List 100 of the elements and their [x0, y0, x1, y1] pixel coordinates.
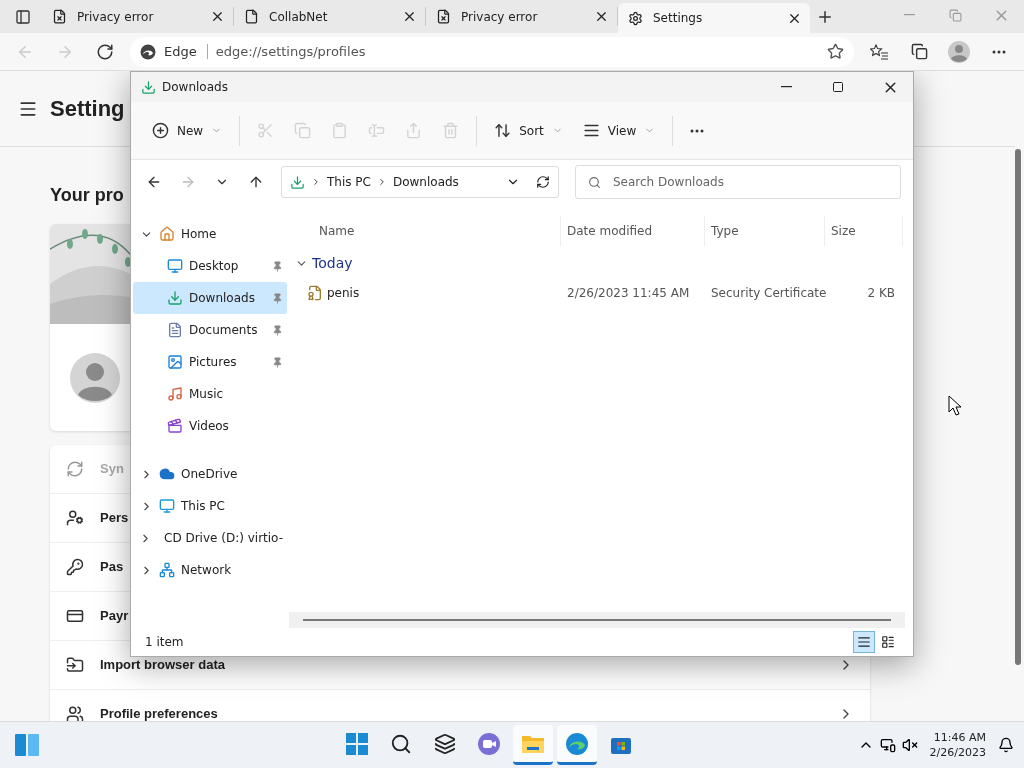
search-field[interactable]: Search Downloads: [575, 165, 901, 199]
nav-item[interactable]: Music: [133, 378, 287, 410]
page-title: Setting: [50, 95, 125, 122]
nav-item[interactable]: Pictures: [133, 346, 287, 378]
widgets-icon[interactable]: [14, 733, 40, 757]
plus-icon: [816, 8, 834, 26]
column-header[interactable]: Type: [705, 216, 825, 246]
music-icon: [167, 386, 183, 402]
document-error-icon: [52, 9, 67, 24]
search-icon: [588, 175, 601, 189]
avatar-icon: [948, 40, 970, 63]
browser-icon: [564, 731, 589, 756]
download-icon: [167, 290, 183, 306]
desktop-icon: [167, 258, 183, 274]
nav-item[interactable]: Documents: [133, 314, 287, 346]
forward-icon: [180, 174, 196, 190]
column-header[interactable]: Date modified: [561, 216, 705, 246]
settings-icon: [628, 10, 643, 26]
more-icon: [992, 49, 1006, 54]
url-text: edge://settings/profiles: [215, 44, 367, 59]
download-icon: [141, 79, 156, 95]
up-icon: [248, 174, 264, 190]
panel-icon: [15, 9, 31, 25]
file-row[interactable]: penis 2/26/2023 11:45 AM Security Certificate 2 KB: [289, 278, 913, 308]
settings-row-label[interactable]: Payr: [100, 609, 129, 623]
settings-row-label[interactable]: Pers: [100, 511, 129, 525]
nav-item[interactable]: This PC: [133, 490, 287, 522]
document-icon: [167, 322, 183, 338]
search-icon: [389, 732, 412, 755]
sort-icon: [494, 122, 512, 139]
details-view-button[interactable]: [853, 631, 875, 653]
sync-icon: [66, 460, 84, 478]
close-icon[interactable]: [594, 9, 609, 24]
browser-tab[interactable]: Privacy error: [42, 7, 234, 26]
page-icon: [244, 9, 259, 24]
settings-row-label[interactable]: Pas: [100, 560, 124, 574]
collections-icon: [910, 43, 928, 60]
nav-item[interactable]: Downloads: [133, 282, 287, 314]
lines-icon: [857, 635, 871, 649]
volume-muted-icon[interactable]: [901, 737, 918, 753]
toolbar-button[interactable]: Sort: [485, 113, 572, 148]
browser-brand: Edge: [164, 44, 208, 59]
minimize-icon: [780, 86, 792, 88]
nav-item[interactable]: CD Drive (D:) virtio-: [133, 522, 287, 554]
document-error-icon: [436, 9, 451, 24]
browser-tab[interactable]: CollabNet: [234, 7, 426, 26]
task-view-icon: [433, 732, 456, 755]
trash-icon: [442, 122, 460, 139]
network-icon[interactable]: [879, 737, 896, 753]
horizontal-scrollbar[interactable]: [289, 612, 905, 628]
nav-item[interactable]: OneDrive: [133, 458, 287, 490]
nav-item[interactable]: Network: [133, 554, 287, 586]
picture-icon: [167, 354, 183, 370]
settings-row-label[interactable]: Import browser data: [100, 658, 225, 672]
toolbar-button[interactable]: View: [573, 113, 665, 148]
credit-card-icon: [66, 607, 84, 625]
file-type: Security Certificate: [710, 286, 825, 300]
folder-import-icon: [66, 656, 84, 674]
refresh-icon: [96, 42, 114, 61]
column-header[interactable]: Size: [825, 216, 903, 246]
nav-item[interactable]: Home: [133, 218, 287, 250]
restore-icon: [948, 8, 962, 22]
section-title: Your pro: [50, 185, 124, 206]
share-icon: [405, 122, 423, 139]
video-icon: [167, 418, 183, 434]
nav-item[interactable]: Desktop: [133, 250, 287, 282]
network-icon: [159, 562, 175, 578]
window-title: Downloads: [162, 80, 229, 94]
add-favorite-icon[interactable]: [827, 43, 844, 60]
toolbar-button[interactable]: New: [143, 113, 232, 148]
address-bar[interactable]: This PC Downloads: [281, 166, 559, 198]
favorites-icon: [870, 43, 888, 60]
back-icon: [146, 174, 162, 190]
breadcrumb[interactable]: Downloads: [392, 175, 459, 189]
refresh-icon[interactable]: [536, 175, 550, 189]
chat-icon: [476, 731, 501, 756]
close-icon[interactable]: [402, 9, 417, 24]
key-icon: [66, 558, 84, 576]
person-card-icon: [66, 509, 84, 527]
copy-icon: [294, 122, 312, 139]
close-icon[interactable]: [210, 9, 225, 24]
browser-tab[interactable]: Settings: [618, 3, 810, 33]
breadcrumb[interactable]: This PC: [327, 175, 371, 189]
scrollbar-thumb[interactable]: [1015, 149, 1021, 665]
tile-icon: [881, 635, 895, 649]
chevron-icon: [311, 177, 321, 187]
group-header[interactable]: Today: [289, 248, 913, 278]
clock[interactable]: 11:46 AM 2/26/2023: [929, 731, 986, 759]
address-bar[interactable]: Edge edge://settings/profiles: [130, 36, 854, 67]
avatar-icon: [70, 352, 120, 403]
computer-icon: [159, 498, 175, 514]
cloud-icon: [159, 466, 175, 482]
column-header[interactable]: Name: [289, 216, 561, 246]
file-date: 2/26/2023 11:45 AM: [566, 286, 691, 300]
cursor-icon: [948, 395, 962, 416]
notification-icon[interactable]: [998, 737, 1014, 753]
nav-item[interactable]: Videos: [133, 410, 287, 442]
search-placeholder: Search Downloads: [613, 175, 724, 189]
file-size: 2 KB: [866, 286, 895, 300]
settings-row-label[interactable]: Profile preferences: [100, 707, 218, 721]
